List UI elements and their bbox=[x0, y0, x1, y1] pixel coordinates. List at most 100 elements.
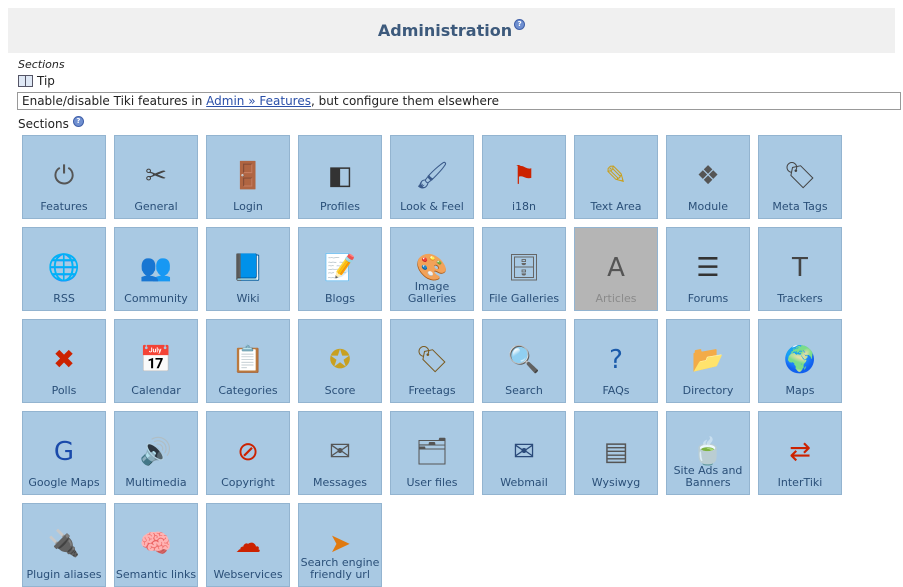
tile-search[interactable]: 🔍 Search bbox=[482, 319, 566, 403]
copyright-icon: ⊘ bbox=[237, 437, 259, 467]
power-icon: ⏻ bbox=[53, 161, 75, 191]
tile-wiki[interactable]: 📘 Wiki bbox=[206, 227, 290, 311]
tile-label: Profiles bbox=[320, 200, 360, 213]
sefurl-icon: ➤ bbox=[329, 529, 351, 559]
tile-user-files[interactable]: 🗂 User files bbox=[390, 411, 474, 495]
google-maps-icon: G bbox=[53, 437, 75, 467]
tile-label: Semantic links bbox=[115, 568, 197, 581]
freetags-icon: 🏷 bbox=[415, 345, 449, 375]
tile-label: Wiki bbox=[236, 292, 260, 305]
tile-label: File Galleries bbox=[488, 292, 560, 305]
book-icon bbox=[18, 75, 33, 87]
tile-categories[interactable]: 📋 Categories bbox=[206, 319, 290, 403]
user-files-icon: 🗂 bbox=[415, 437, 449, 467]
tile-blogs[interactable]: 📝 Blogs bbox=[298, 227, 382, 311]
tile-webservices[interactable]: ☁ Webservices bbox=[206, 503, 290, 587]
intertiki-arrows-icon: ⇄ bbox=[789, 437, 811, 467]
help-icon[interactable]: ? bbox=[514, 19, 526, 30]
tile-label: Search bbox=[505, 384, 543, 397]
tile-wysiwyg[interactable]: ▤ Wysiwyg bbox=[574, 411, 658, 495]
tile-meta-tags[interactable]: 🏷 Meta Tags bbox=[758, 135, 842, 219]
wiki-icon: 📘 bbox=[231, 253, 265, 283]
tile-articles[interactable]: A Articles bbox=[574, 227, 658, 311]
tile-google-maps[interactable]: G Google Maps bbox=[22, 411, 106, 495]
tile-intertiki[interactable]: ⇄ InterTiki bbox=[758, 411, 842, 495]
tile-webmail[interactable]: ✉ Webmail bbox=[482, 411, 566, 495]
tip-text-before: Enable/disable Tiki features in bbox=[22, 94, 207, 108]
tile-label: Articles bbox=[595, 292, 637, 305]
tile-label: Freetags bbox=[408, 384, 456, 397]
tile-plugin-aliases[interactable]: 🔌 Plugin aliases bbox=[22, 503, 106, 587]
tile-label: Login bbox=[233, 200, 263, 213]
tile-site-ads-and-banners[interactable]: 🍵 Site Ads and Banners bbox=[666, 411, 750, 495]
flag-icon: ⚑ bbox=[512, 161, 536, 191]
question-icon: ? bbox=[609, 345, 623, 375]
tile-semantic-links[interactable]: 🧠 Semantic links bbox=[114, 503, 198, 587]
tile-look-feel[interactable]: 🖌 Look & Feel bbox=[390, 135, 474, 219]
palette-icon: 🎨 bbox=[415, 253, 449, 283]
categories-icon: 📋 bbox=[231, 345, 265, 375]
tile-label: Calendar bbox=[131, 384, 181, 397]
tile-general[interactable]: ✂ General bbox=[114, 135, 198, 219]
tile-image-galleries[interactable]: 🎨 Image Galleries bbox=[390, 227, 474, 311]
tile-label: Look & Feel bbox=[400, 200, 464, 213]
tile-profiles[interactable]: ◧ Profiles bbox=[298, 135, 382, 219]
tile-maps[interactable]: 🌍 Maps bbox=[758, 319, 842, 403]
tile-i18n[interactable]: ⚑ i18n bbox=[482, 135, 566, 219]
tile-rss[interactable]: 🌐 RSS bbox=[22, 227, 106, 311]
webservices-icon: ☁ bbox=[235, 529, 261, 559]
tile-search-engine-friendly-url[interactable]: ➤ Search engine friendly url bbox=[298, 503, 382, 587]
tile-text-area[interactable]: ✎ Text Area bbox=[574, 135, 658, 219]
tip-title: Tip bbox=[37, 74, 55, 88]
tile-label: Webmail bbox=[500, 476, 548, 489]
calendar-icon: 📅 bbox=[139, 345, 173, 375]
tile-community[interactable]: 👥 Community bbox=[114, 227, 198, 311]
tile-calendar[interactable]: 📅 Calendar bbox=[114, 319, 198, 403]
tile-label: Google Maps bbox=[28, 476, 100, 489]
tile-label: Plugin aliases bbox=[26, 568, 102, 581]
tile-polls[interactable]: ✖ Polls bbox=[22, 319, 106, 403]
tile-messages[interactable]: ✉ Messages bbox=[298, 411, 382, 495]
tile-directory[interactable]: 📂 Directory bbox=[666, 319, 750, 403]
profiles-icon: ◧ bbox=[327, 161, 353, 191]
tile-label: Features bbox=[40, 200, 88, 213]
tile-label: Messages bbox=[313, 476, 367, 489]
tile-features[interactable]: ⏻ Features bbox=[22, 135, 106, 219]
plugin-aliases-icon: 🔌 bbox=[47, 529, 81, 559]
tile-file-galleries[interactable]: 🗄 File Galleries bbox=[482, 227, 566, 311]
tip-box: Enable/disable Tiki features in Admin » … bbox=[17, 92, 901, 110]
semantic-brain-icon: 🧠 bbox=[139, 529, 173, 559]
tile-freetags[interactable]: 🏷 Freetags bbox=[390, 319, 474, 403]
trackers-icon: T bbox=[792, 253, 808, 283]
messages-icon: ✉ bbox=[329, 437, 351, 467]
text-area-icon: ✎ bbox=[605, 161, 627, 191]
tile-copyright[interactable]: ⊘ Copyright bbox=[206, 411, 290, 495]
tile-forums[interactable]: ☰ Forums bbox=[666, 227, 750, 311]
tile-faqs[interactable]: ? FAQs bbox=[574, 319, 658, 403]
file-cabinet-icon: 🗄 bbox=[507, 253, 541, 283]
tile-module[interactable]: ❖ Module bbox=[666, 135, 750, 219]
polls-icon: ✖ bbox=[53, 345, 75, 375]
tile-label: FAQs bbox=[602, 384, 630, 397]
wysiwyg-icon: ▤ bbox=[603, 437, 629, 467]
admin-features-link[interactable]: Admin » Features bbox=[206, 94, 311, 108]
tile-label: Text Area bbox=[590, 200, 642, 213]
sections-help-icon[interactable]: ? bbox=[72, 115, 84, 127]
meta-tags-icon: 🏷 bbox=[783, 161, 817, 191]
tile-multimedia[interactable]: 🔊 Multimedia bbox=[114, 411, 198, 495]
page-title: Administration bbox=[377, 21, 513, 40]
tip-header: Tip bbox=[18, 74, 55, 88]
tile-score[interactable]: ✪ Score bbox=[298, 319, 382, 403]
tile-login[interactable]: 🚪 Login bbox=[206, 135, 290, 219]
sections-label-text: Sections bbox=[18, 117, 69, 131]
tile-label: Meta Tags bbox=[772, 200, 828, 213]
forums-icon: ☰ bbox=[696, 253, 720, 283]
directory-icon: 📂 bbox=[691, 345, 725, 375]
blogs-icon: 📝 bbox=[323, 253, 357, 283]
community-icon: 👥 bbox=[139, 253, 173, 283]
tile-label: RSS bbox=[53, 292, 75, 305]
tile-trackers[interactable]: T Trackers bbox=[758, 227, 842, 311]
tile-label: Community bbox=[124, 292, 188, 305]
magnifier-icon: 🔍 bbox=[507, 345, 541, 375]
tile-label: Wysiwyg bbox=[591, 476, 641, 489]
